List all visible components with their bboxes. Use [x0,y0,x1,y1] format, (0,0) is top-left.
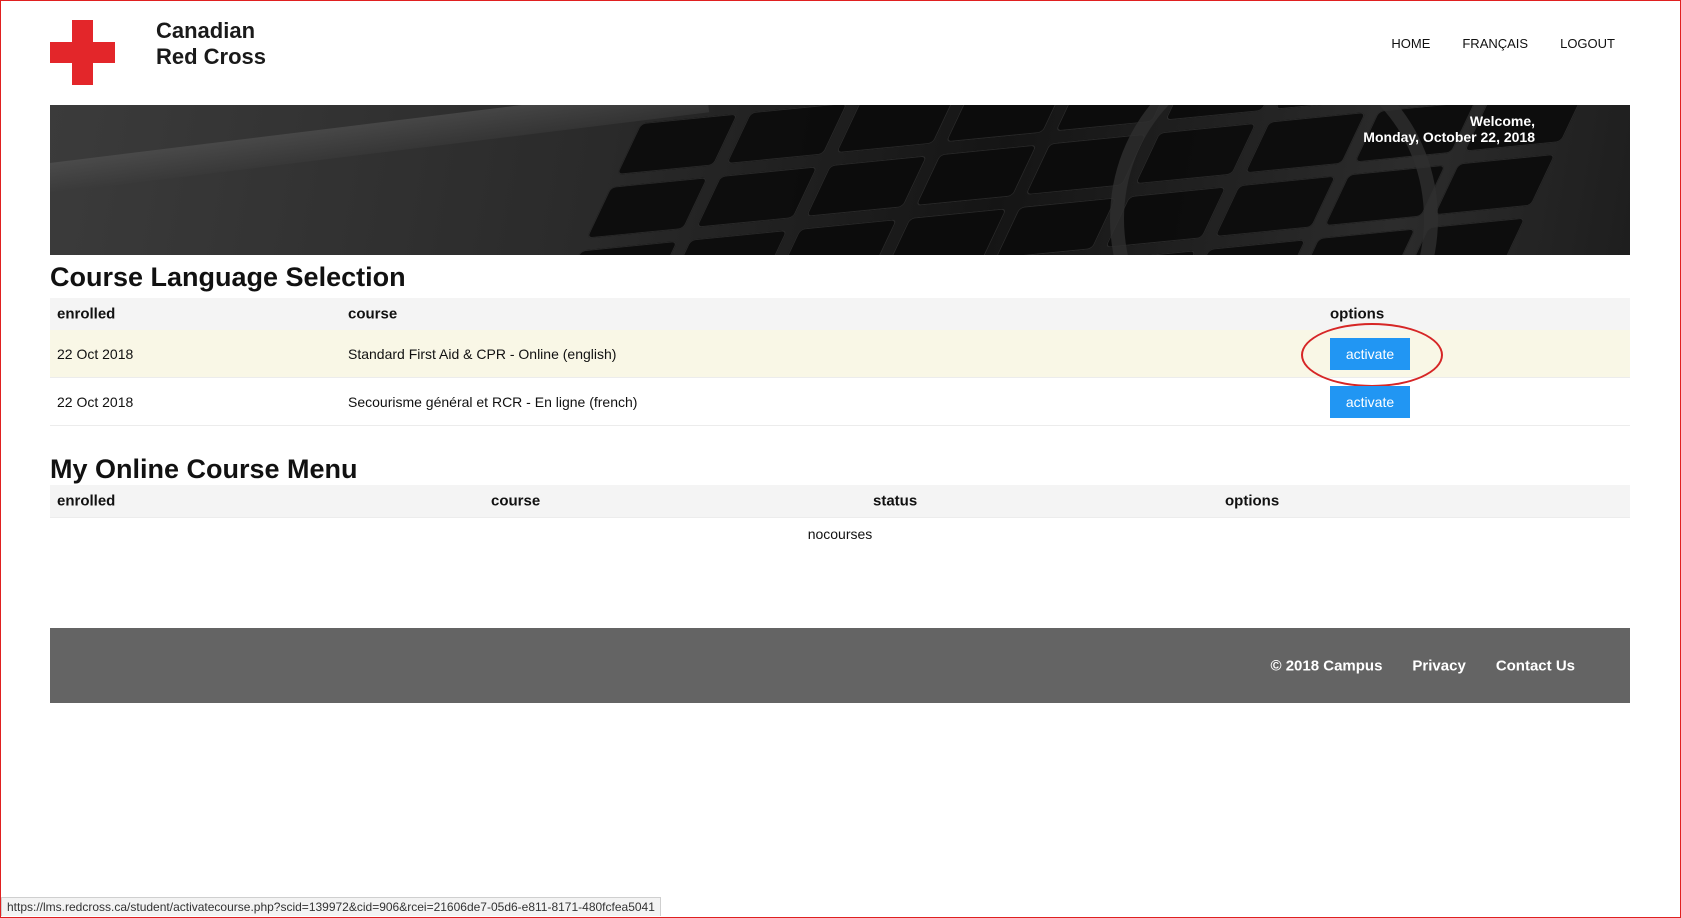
row-enrolled-date: 22 Oct 2018 [57,345,134,362]
privacy-link[interactable]: Privacy [1412,657,1465,674]
col-course: course [491,492,541,510]
browser-status-bar: https://lms.redcross.ca/student/activate… [1,897,661,916]
red-cross-logo-icon[interactable] [50,20,115,85]
copyright-text: © 2018 Campus [1270,657,1383,674]
table-row: 22 Oct 2018 Secourisme général et RCR - … [50,378,1630,426]
row-course-name: Standard First Aid & CPR - Online (engli… [348,345,617,362]
language-selection-title: Course Language Selection [50,262,406,292]
col-status: status [873,492,918,510]
logo-line-2: Red Cross [156,44,267,69]
table-row: 22 Oct 2018 Standard First Aid & CPR - O… [50,323,1630,387]
row-course-name: Secourisme général et RCR - En ligne (fr… [348,393,638,410]
welcome-greeting: Welcome, [1469,113,1535,129]
logo-line-1: Canadian [156,18,256,43]
empty-row: nocourses [50,517,1630,550]
logo-text[interactable]: Canadian Red Cross [156,18,266,70]
nav-home-link[interactable]: HOME [1391,36,1430,51]
language-selection-table: enrolled course options 22 Oct 2018 Stan… [50,298,1630,426]
contact-us-link[interactable]: Contact Us [1496,657,1575,674]
col-options: options [1225,492,1280,510]
col-options: options [1330,305,1385,323]
no-courses-text: nocourses [807,526,873,542]
footer-links: © 2018 Campus Privacy Contact Us [1270,657,1575,674]
col-enrolled: enrolled [57,492,116,510]
nav-language-link[interactable]: FRANÇAIS [1462,36,1528,51]
site-header: Canadian Red Cross HOME FRANÇAIS LOGOUT [0,0,1681,105]
top-nav: HOME FRANÇAIS LOGOUT [1391,36,1615,51]
welcome-message: Welcome, Monday, October 22, 2018 [1363,113,1535,145]
activate-french-button[interactable]: activate [1330,385,1410,418]
nav-logout-link[interactable]: LOGOUT [1560,36,1615,51]
table-header: enrolled course status options [50,485,1630,517]
row-enrolled-date: 22 Oct 2018 [57,393,134,410]
welcome-date: Monday, October 22, 2018 [1363,129,1535,145]
laptop-edge-image [50,105,710,198]
site-footer: © 2018 Campus Privacy Contact Us [50,628,1630,703]
hero-banner: Welcome, Monday, October 22, 2018 [50,105,1630,255]
col-course: course [348,305,398,323]
col-enrolled: enrolled [57,305,116,323]
status-url: https://lms.redcross.ca/student/activate… [7,900,655,914]
course-menu-title: My Online Course Menu [50,454,358,484]
course-menu-table: enrolled course status options nocourses [50,485,1630,550]
